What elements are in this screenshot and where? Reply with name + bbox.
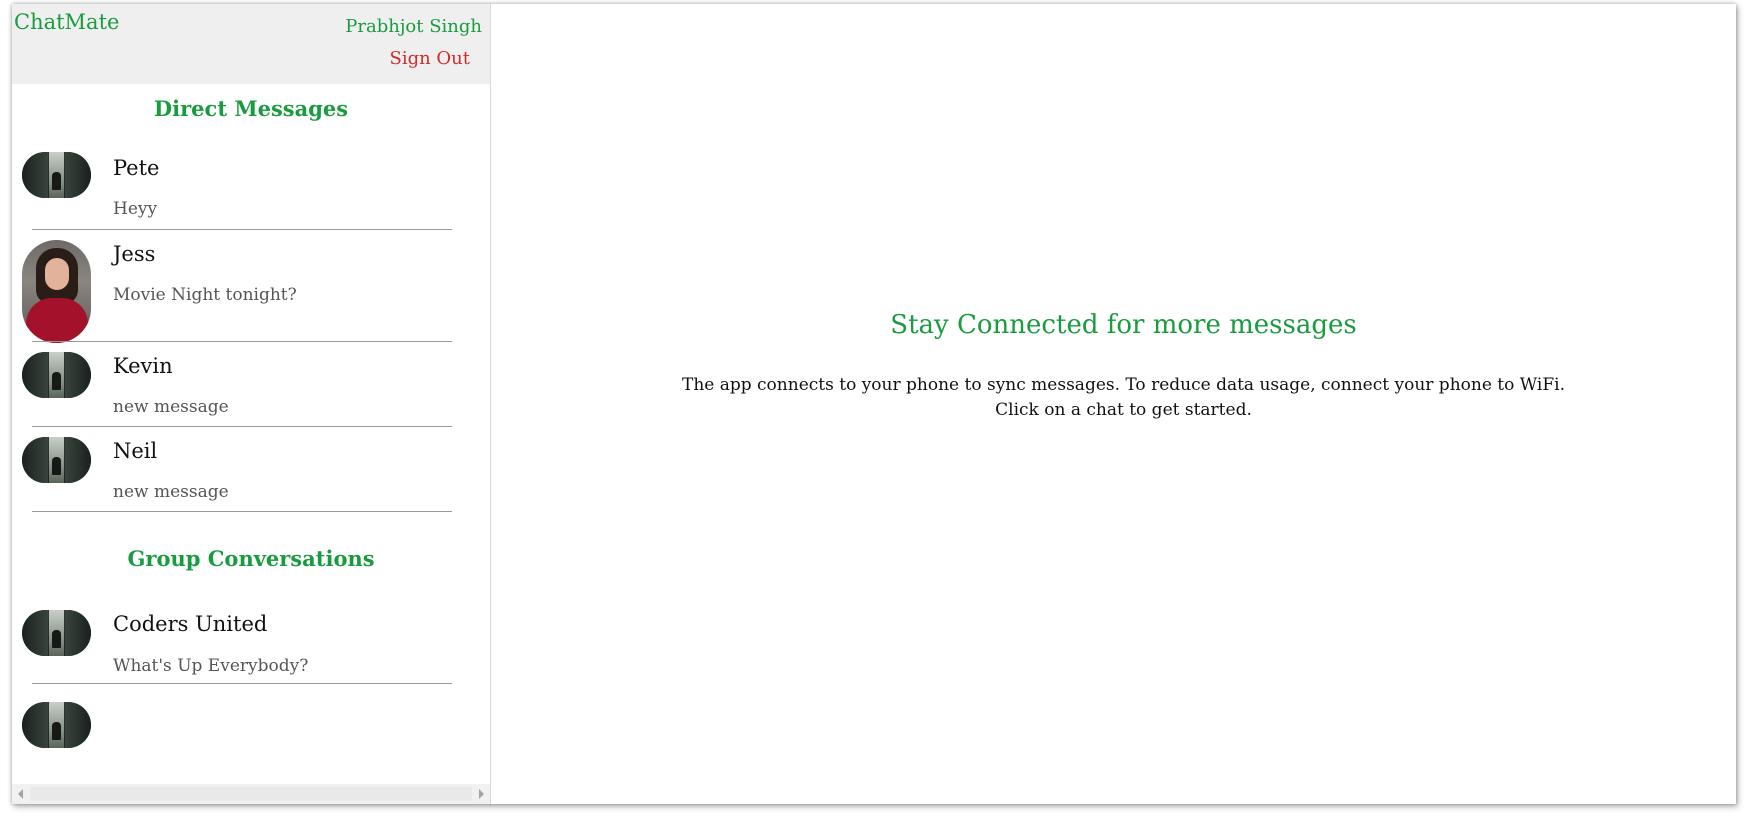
chat-item-neil[interactable]: Neil new message [12,427,490,512]
chat-name: Jess [113,242,156,266]
scroll-left-arrow-icon[interactable] [18,789,23,799]
avatar [22,352,91,398]
welcome-line-1: The app connects to your phone to sync m… [681,375,1566,395]
welcome-text: The app connects to your phone to sync m… [511,373,1736,423]
chat-item-pete[interactable]: Pete Heyy [12,142,490,230]
chat-item-coders-united[interactable]: Coders United What's Up Everybody? [12,604,490,684]
main-panel: Stay Connected for more messages The app… [511,4,1736,804]
chat-preview: Movie Night tonight? [113,285,297,305]
chat-preview: What's Up Everybody? [113,656,309,676]
scrollbar-thumb[interactable] [30,787,472,801]
sidebar-vertical-scrollbar[interactable] [490,4,491,784]
chat-name: Neil [113,439,158,463]
avatar [22,610,91,656]
user-name: Prabhjot Singh [345,16,482,37]
direct-messages-list: Pete Heyy Jess Movie Night tonight? Kevi… [12,142,490,512]
chat-item-partial[interactable] [12,684,490,748]
scrollbar-corner [490,784,491,804]
chat-item-kevin[interactable]: Kevin new message [12,342,490,427]
sidebar: ChatMate Prabhjot Singh Sign Out Direct … [12,4,491,804]
scroll-right-arrow-icon[interactable] [479,789,484,799]
avatar [22,240,91,343]
sidebar-scroll-area: ChatMate Prabhjot Singh Sign Out Direct … [12,4,490,784]
app-window: ChatMate Prabhjot Singh Sign Out Direct … [12,4,1736,804]
group-conversations-heading: Group Conversations [127,546,375,571]
welcome-title: Stay Connected for more messages [890,310,1357,340]
sidebar-header: ChatMate Prabhjot Singh Sign Out [12,4,490,84]
chat-name: Kevin [113,354,173,378]
direct-messages-heading: Direct Messages [153,96,349,121]
avatar [22,437,91,483]
divider [32,511,452,512]
chat-name: Coders United [113,612,268,636]
chat-name: Pete [113,156,160,180]
welcome-line-2: Click on a chat to get started. [995,400,1252,420]
app-brand: ChatMate [14,10,120,34]
sign-out-link[interactable]: Sign Out [389,48,470,69]
group-conversations-list: Coders United What's Up Everybody? [12,604,490,748]
chat-preview: new message [113,482,229,502]
avatar [22,702,91,748]
avatar [22,152,91,198]
sidebar-horizontal-scrollbar[interactable] [12,784,490,804]
chat-item-jess[interactable]: Jess Movie Night tonight? [12,230,490,343]
chat-preview: Heyy [113,199,158,219]
chat-preview: new message [113,397,229,417]
